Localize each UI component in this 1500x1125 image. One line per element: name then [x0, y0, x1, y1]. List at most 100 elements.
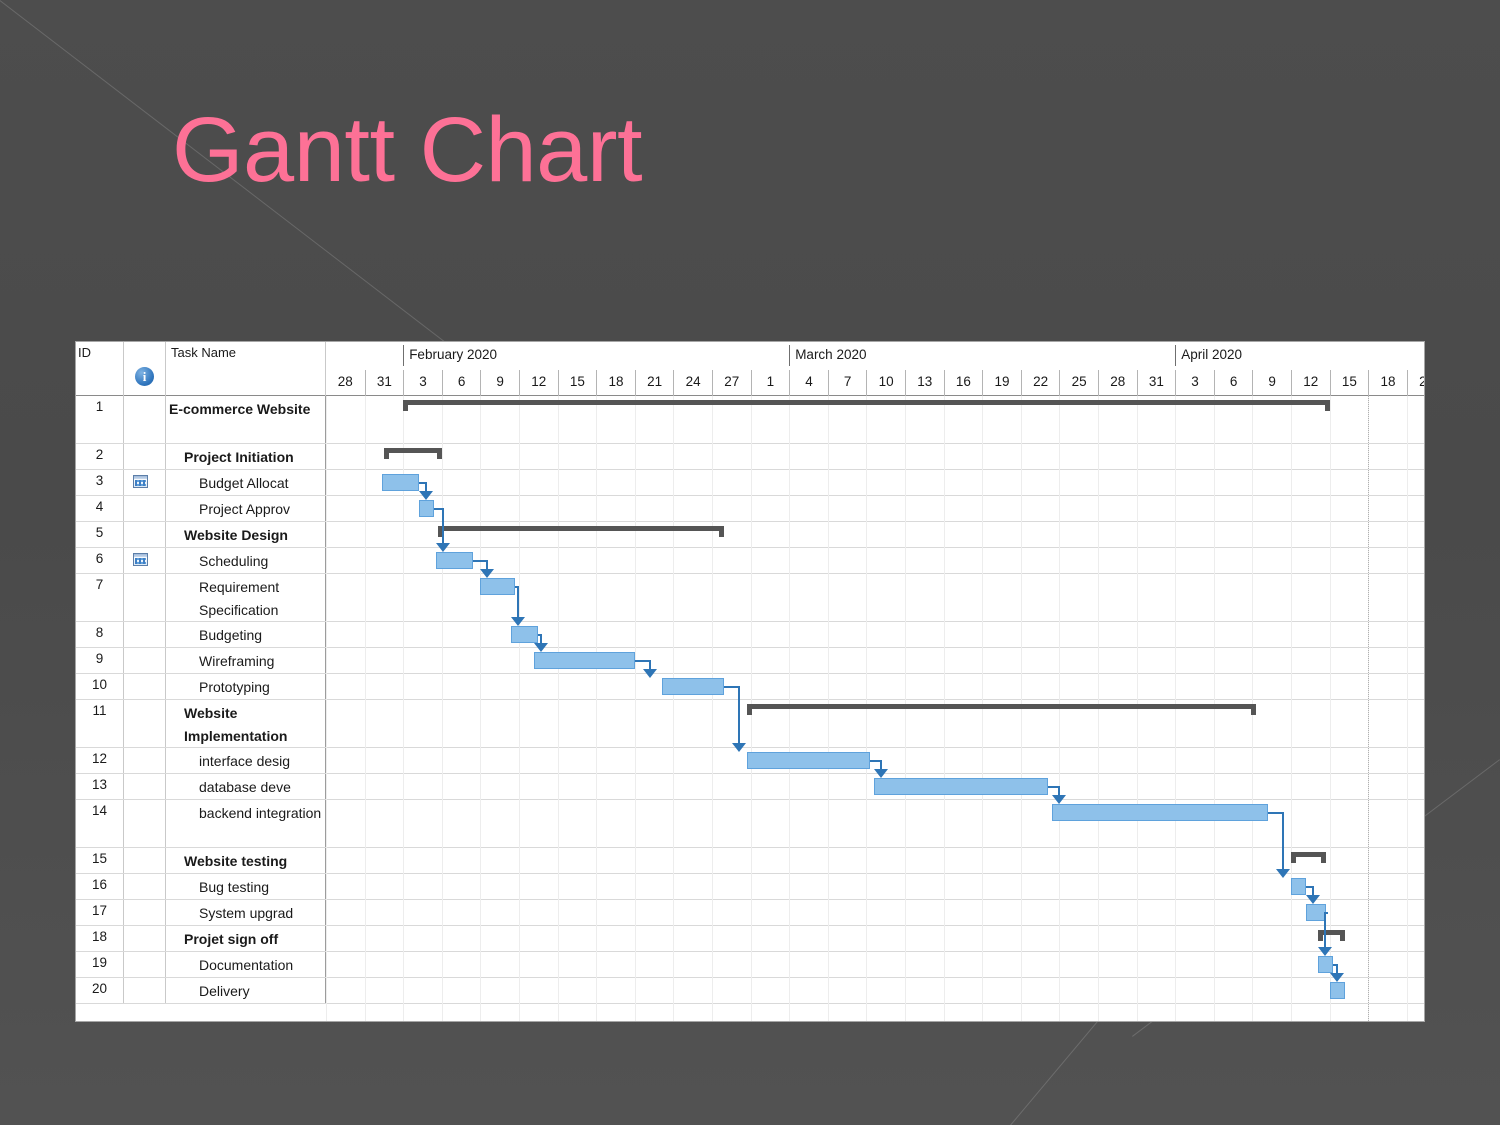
dependency-link: [472, 560, 487, 562]
row-id-cell: 9: [76, 648, 124, 673]
row-task-name-cell[interactable]: backend integration: [166, 800, 326, 847]
row-task-name-cell[interactable]: Project Approv: [166, 496, 326, 521]
column-header-id-label: ID: [78, 345, 91, 360]
row-task-name-cell[interactable]: Scheduling: [166, 548, 326, 573]
chart-gridline: [364, 396, 366, 1021]
summary-bar-cap-right: [1251, 704, 1257, 715]
task-bar[interactable]: [661, 678, 724, 695]
timeline-tick: 21: [634, 370, 674, 396]
summary-bar-cap-left: [1291, 852, 1296, 863]
row-task-name-cell[interactable]: Documentation: [166, 952, 326, 977]
timeline-month-label: March 2020: [789, 345, 866, 366]
summary-bar[interactable]: [1291, 852, 1326, 863]
timeline-month-row: February 2020 March 2020 April 2020: [326, 342, 1424, 370]
chart-gridline: [326, 396, 327, 1021]
row-task-name-cell[interactable]: Requirement Specification: [166, 574, 326, 621]
timeline-tick: 27: [712, 370, 751, 396]
row-id-cell: 12: [76, 748, 124, 773]
task-bar[interactable]: [436, 552, 473, 569]
summary-bar[interactable]: [383, 448, 442, 459]
dependency-link: [737, 686, 740, 744]
task-bar[interactable]: [1306, 904, 1326, 921]
task-name-label: Project Initiation: [184, 449, 294, 465]
dependency-link: [442, 508, 444, 544]
dependency-arrow: [1329, 973, 1344, 982]
dependency-link: [870, 760, 881, 762]
row-task-name-cell[interactable]: Website Implementation: [166, 700, 326, 747]
summary-bar-body: [437, 526, 724, 531]
task-name-label: Bug testing: [199, 879, 270, 895]
task-bar[interactable]: [1291, 878, 1307, 895]
row-indicator-cell: [124, 396, 166, 443]
task-bar[interactable]: [534, 652, 635, 669]
timeline-tick: 18: [1368, 370, 1407, 396]
task-bar[interactable]: [511, 626, 539, 643]
row-indicator-cell: [124, 926, 166, 951]
row-indicator-cell: [124, 748, 166, 773]
dependency-arrow: [1051, 795, 1066, 804]
dependency-link: [1281, 812, 1284, 870]
row-indicator-cell: [124, 622, 166, 647]
summary-bar-cap-left: [1318, 930, 1324, 941]
row-task-name-cell[interactable]: Website Design: [166, 522, 326, 547]
summary-bar[interactable]: [1318, 930, 1346, 941]
timeline-tick: 13: [905, 370, 944, 396]
row-task-name-cell[interactable]: Projet sign off: [166, 926, 326, 951]
timeline-tick: 18: [596, 370, 635, 396]
task-bar[interactable]: [1051, 804, 1268, 821]
task-name-label: interface desig: [199, 753, 291, 769]
summary-bar[interactable]: [437, 526, 724, 537]
row-id-cell: 5: [76, 522, 124, 547]
summary-bar[interactable]: [746, 704, 1257, 715]
chart-gridline: [519, 396, 520, 1021]
task-bar[interactable]: [746, 752, 871, 769]
row-task-name-cell[interactable]: Budgeting: [166, 622, 326, 647]
timeline-tick: 6: [441, 370, 481, 396]
task-bar[interactable]: [381, 474, 419, 491]
row-task-name-cell[interactable]: Budget Allocat: [166, 470, 326, 495]
row-id-cell: 14: [76, 800, 124, 847]
task-bar[interactable]: [418, 500, 435, 517]
row-task-name-cell[interactable]: Delivery: [166, 978, 326, 1003]
chart-gridline: [634, 396, 636, 1021]
dependency-link: [517, 586, 520, 618]
task-name-label: Wireframing: [199, 653, 275, 669]
dependency-arrow: [642, 669, 657, 678]
column-header-task-name-label: Task Name: [171, 345, 237, 360]
summary-bar-cap-left: [746, 704, 752, 715]
task-bar[interactable]: [1329, 982, 1346, 999]
dependency-arrow: [436, 543, 450, 552]
timeline-month-label: April 2020: [1175, 345, 1242, 366]
task-bar[interactable]: [1318, 956, 1334, 973]
row-task-name-cell[interactable]: database deve: [166, 774, 326, 799]
column-header-id: ID: [76, 342, 124, 396]
chart-gridline: [1329, 396, 1331, 1021]
row-task-name-cell[interactable]: E-commerce Website: [166, 396, 326, 443]
dependency-link: [1047, 786, 1058, 788]
row-id-cell: 6: [76, 548, 124, 573]
row-task-name-cell[interactable]: Website testing: [166, 848, 326, 873]
row-indicator-cell: [124, 800, 166, 847]
row-task-name-cell[interactable]: interface desig: [166, 748, 326, 773]
timeline-tick: 28: [1098, 370, 1137, 396]
timeline-tick: 3: [1175, 370, 1214, 396]
task-name-label: Budget Allocat: [199, 475, 289, 491]
row-id-cell: 16: [76, 874, 124, 899]
info-icon: i: [135, 367, 154, 386]
row-task-name-cell[interactable]: Bug testing: [166, 874, 326, 899]
gantt-chart: ID i Task Name February 2020 March 2020 Ap…: [75, 341, 1425, 1022]
row-task-name-cell[interactable]: Prototyping: [166, 674, 326, 699]
row-task-name-cell[interactable]: System upgrad: [166, 900, 326, 925]
note-indicator-icon[interactable]: [133, 475, 148, 488]
row-task-name-cell[interactable]: Project Initiation: [166, 444, 326, 469]
task-bar[interactable]: [480, 578, 516, 595]
note-indicator-icon[interactable]: [133, 553, 148, 566]
row-task-name-cell[interactable]: Wireframing: [166, 648, 326, 673]
chart-gridline: [480, 396, 482, 1021]
task-bar[interactable]: [874, 778, 1048, 795]
summary-bar-body: [746, 704, 1257, 709]
summary-bar[interactable]: [403, 400, 1330, 411]
task-name-label: Website Design: [184, 527, 288, 543]
dependency-arrow: [874, 769, 889, 778]
dependency-link: [634, 660, 649, 662]
